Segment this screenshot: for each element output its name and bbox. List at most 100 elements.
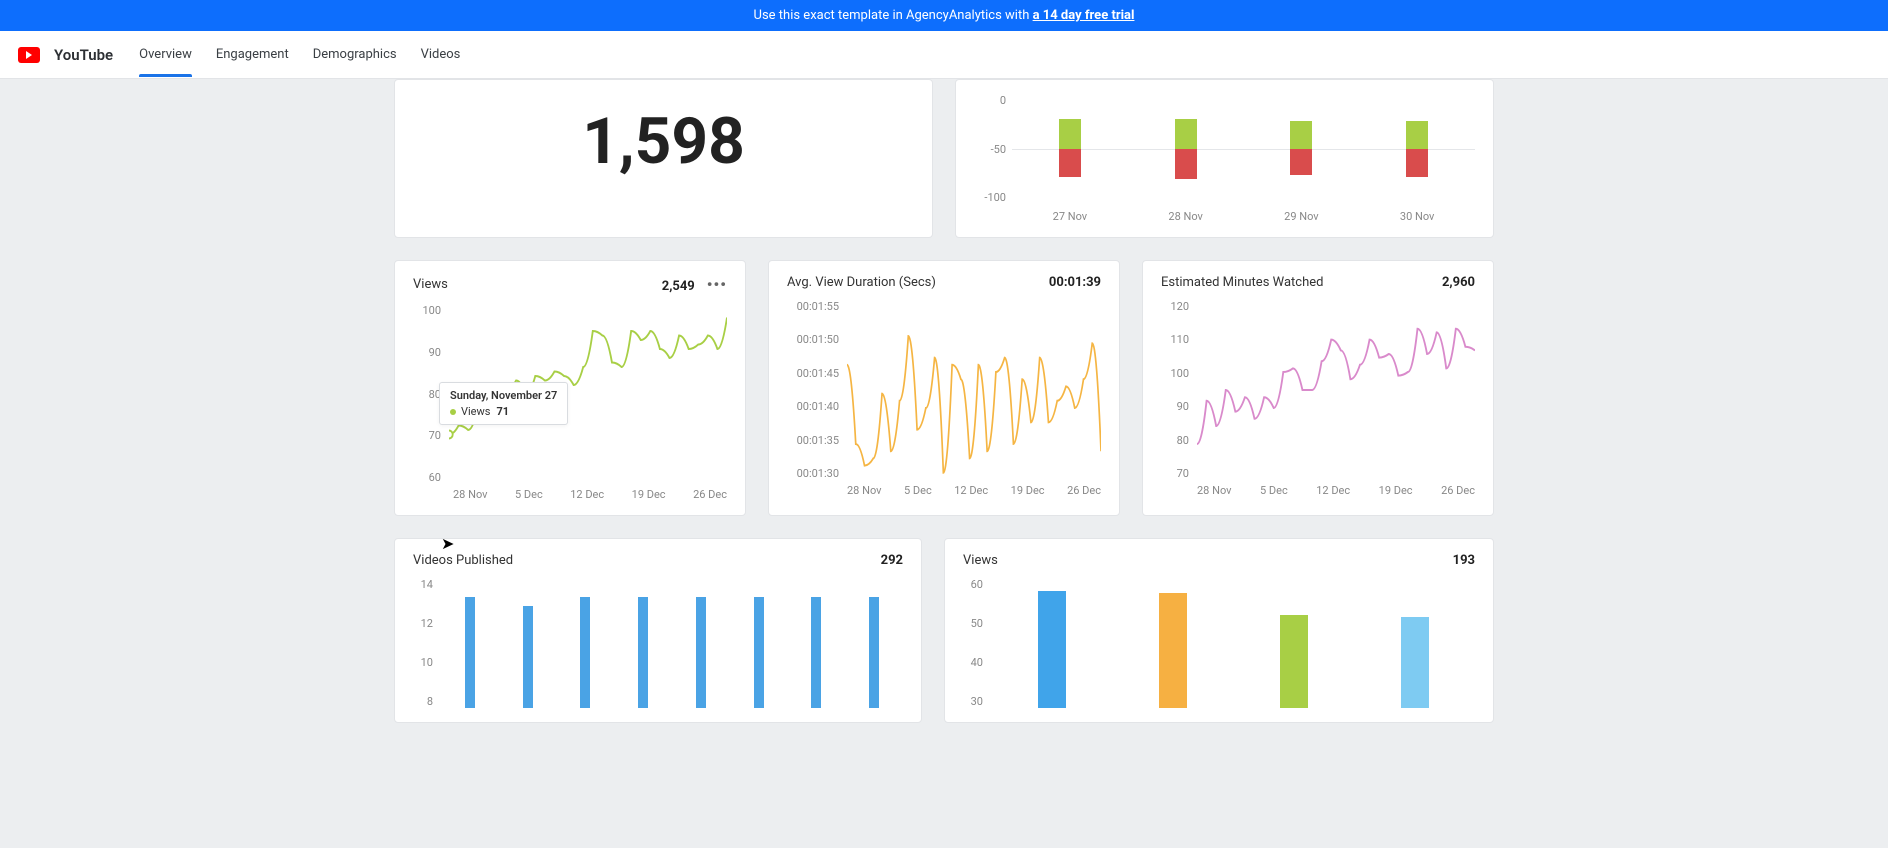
min-plot[interactable] (1197, 300, 1475, 480)
y-tick: 14 (413, 578, 433, 591)
avg-x-axis: 28 Nov 5 Dec 12 Dec 19 Dec 26 Dec (787, 484, 1101, 497)
tabs: Overview Engagement Demographics Videos (139, 33, 460, 76)
y-tick: 70 (1161, 467, 1189, 480)
x-tick: 28 Nov (453, 488, 487, 501)
topbar: YouTube Overview Engagement Demographics… (0, 31, 1888, 79)
big-number-value: 1,598 (413, 94, 914, 215)
y-tick: 8 (413, 695, 433, 708)
avg-y-axis: 00:01:55 00:01:50 00:01:45 00:01:40 00:0… (787, 300, 839, 480)
x-tick: 12 Dec (954, 484, 988, 497)
y-tick: 100 (413, 304, 441, 317)
avg-plot[interactable] (847, 300, 1101, 480)
views-plot[interactable]: Sunday, November 27 Views 71 (449, 304, 727, 484)
bottom-views-total: 193 (1453, 553, 1475, 568)
x-tick: 26 Dec (1441, 484, 1475, 497)
x-tick: 26 Dec (693, 488, 727, 501)
subs-y-tick: -50 (974, 143, 1006, 156)
vp-y-axis: 14 12 10 8 (413, 578, 433, 708)
promo-link[interactable]: a 14 day free trial (1033, 8, 1135, 23)
minutes-total: 2,960 (1442, 275, 1475, 290)
y-tick: 00:01:40 (787, 400, 839, 413)
avg-duration-card: Avg. View Duration (Secs) 00:01:39 00:01… (768, 260, 1120, 516)
tab-overview[interactable]: Overview (139, 33, 192, 76)
subscribers-chart-card: 0 -50 -100 27 Nov 28 Nov 29 Nov 30 Nov (955, 79, 1494, 238)
bottom-views-title: Views (963, 553, 998, 568)
brand-title: YouTube (54, 46, 113, 64)
bv-y-axis: 60 50 40 30 (963, 578, 983, 708)
subs-y-tick: 0 (974, 94, 1006, 107)
big-number-card: 1,598 (394, 79, 933, 238)
y-tick: 30 (963, 695, 983, 708)
min-y-axis: 120 110 100 90 80 70 (1161, 300, 1189, 480)
x-tick: 28 Nov (1197, 484, 1231, 497)
y-tick: 120 (1161, 300, 1189, 313)
views-tooltip: Sunday, November 27 Views 71 (439, 382, 568, 425)
y-tick: 90 (1161, 400, 1189, 413)
subs-x-axis: 27 Nov 28 Nov 29 Nov 30 Nov (974, 210, 1475, 223)
views-y-axis: 100 90 80 70 60 (413, 304, 441, 484)
min-x-axis: 28 Nov 5 Dec 12 Dec 19 Dec 26 Dec (1161, 484, 1475, 497)
vp-bars[interactable] (441, 578, 903, 708)
y-tick: 80 (1161, 434, 1189, 447)
y-tick: 100 (1161, 367, 1189, 380)
x-tick: 28 Nov (847, 484, 881, 497)
x-tick: 26 Dec (1067, 484, 1101, 497)
y-tick: 40 (963, 656, 983, 669)
subs-x-tick: 27 Nov (1053, 210, 1087, 223)
tab-demographics[interactable]: Demographics (313, 33, 397, 76)
youtube-play-icon (18, 47, 40, 63)
x-tick: 5 Dec (904, 484, 932, 497)
x-tick: 19 Dec (1011, 484, 1045, 497)
subs-plot[interactable] (1012, 94, 1475, 204)
subs-x-tick: 28 Nov (1168, 210, 1202, 223)
y-tick: 00:01:35 (787, 434, 839, 447)
y-tick: 80 (413, 388, 441, 401)
y-tick: 60 (963, 578, 983, 591)
tooltip-date: Sunday, November 27 (450, 389, 557, 402)
subs-x-tick: 30 Nov (1400, 210, 1434, 223)
minutes-title: Estimated Minutes Watched (1161, 275, 1323, 290)
views-total: 2,549 (662, 279, 695, 294)
bottom-views-card: Views 193 60 50 40 30 (944, 538, 1494, 723)
videos-published-total: 292 (881, 553, 903, 568)
x-tick: 12 Dec (1316, 484, 1350, 497)
tooltip-label: Views (461, 405, 490, 418)
bv-bars[interactable] (991, 578, 1475, 708)
y-tick: 00:01:45 (787, 367, 839, 380)
y-tick: 12 (413, 617, 433, 630)
views-x-axis: 28 Nov 5 Dec 12 Dec 19 Dec 26 Dec (413, 488, 727, 501)
subs-x-tick: 29 Nov (1284, 210, 1318, 223)
x-tick: 5 Dec (515, 488, 543, 501)
y-tick: 110 (1161, 333, 1189, 346)
cursor-icon: ➤ (441, 534, 454, 553)
tab-engagement[interactable]: Engagement (216, 33, 289, 76)
y-tick: 70 (413, 429, 441, 442)
videos-published-card: Videos Published 292 14 12 10 8 ➤ (394, 538, 922, 723)
avg-duration-title: Avg. View Duration (Secs) (787, 275, 936, 290)
more-icon[interactable]: ••• (707, 275, 727, 294)
promo-text: Use this exact template in AgencyAnalyti… (754, 8, 1033, 23)
row-top: 1,598 0 -50 -100 27 Nov 28 Nov (394, 79, 1494, 238)
x-tick: 5 Dec (1260, 484, 1288, 497)
x-tick: 19 Dec (1379, 484, 1413, 497)
promo-banner: Use this exact template in AgencyAnalyti… (0, 0, 1888, 31)
views-card: Views 2,549 ••• 100 90 80 70 60 (394, 260, 746, 516)
brand: YouTube (18, 46, 113, 64)
tab-videos[interactable]: Videos (421, 33, 461, 76)
y-tick: 00:01:50 (787, 333, 839, 346)
x-tick: 12 Dec (570, 488, 604, 501)
subs-y-axis: 0 -50 -100 (974, 94, 1006, 204)
dot-icon (450, 409, 456, 415)
y-tick: 00:01:30 (787, 467, 839, 480)
y-tick: 10 (413, 656, 433, 669)
row-bottom: Videos Published 292 14 12 10 8 ➤ Views (394, 538, 1494, 723)
y-tick: 50 (963, 617, 983, 630)
y-tick: 60 (413, 471, 441, 484)
subs-y-tick: -100 (974, 191, 1006, 204)
y-tick: 90 (413, 346, 441, 359)
y-tick: 00:01:55 (787, 300, 839, 313)
row-mid: Views 2,549 ••• 100 90 80 70 60 (394, 260, 1494, 516)
videos-published-title: Videos Published (413, 553, 513, 568)
views-title: Views (413, 277, 448, 292)
tooltip-value: 71 (496, 405, 509, 418)
